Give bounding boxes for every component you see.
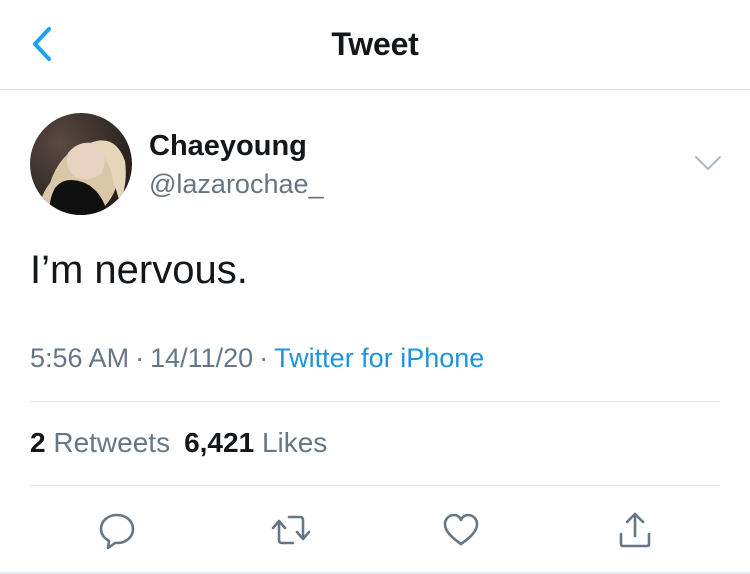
meta-separator: ·: [135, 343, 145, 373]
share-button[interactable]: [610, 505, 660, 555]
author-name[interactable]: Chaeyoung: [149, 130, 307, 163]
avatar-image: [30, 113, 132, 215]
share-icon: [619, 512, 651, 548]
tweet-time: 5:56 AM: [30, 343, 130, 373]
likes-stat[interactable]: 6,421 Likes: [184, 427, 327, 458]
reply-button[interactable]: [92, 505, 142, 555]
avatar[interactable]: [30, 113, 132, 215]
meta-separator: ·: [259, 343, 269, 373]
like-count: 6,421: [184, 427, 255, 458]
retweet-label: Retweets: [53, 427, 171, 458]
page-title: Tweet: [331, 26, 419, 62]
like-button[interactable]: [436, 505, 486, 555]
like-label: Likes: [261, 427, 328, 458]
header-bar: Tweet: [0, 0, 750, 90]
divider: [30, 401, 720, 402]
tweet-source-link[interactable]: Twitter for iPhone: [274, 343, 484, 373]
tweet-meta: 5:56 AM · 14/11/20 · Twitter for iPhone: [30, 343, 484, 374]
author-handle[interactable]: @lazarochae_: [149, 169, 324, 200]
retweets-stat[interactable]: 2 Retweets: [30, 427, 170, 458]
reply-icon: [99, 513, 135, 550]
heart-icon: [443, 513, 479, 546]
action-bar: [0, 505, 750, 555]
retweet-count: 2: [30, 427, 46, 458]
divider: [30, 485, 720, 486]
more-options-button[interactable]: [692, 150, 724, 176]
tweet-stats: 2 Retweets 6,421 Likes: [30, 427, 327, 459]
retweet-button[interactable]: [266, 505, 316, 555]
tweet-text: I’m nervous.: [30, 248, 248, 292]
retweet-icon: [271, 515, 311, 545]
tweet-date: 14/11/20: [150, 343, 254, 373]
chevron-down-icon: [695, 156, 721, 170]
